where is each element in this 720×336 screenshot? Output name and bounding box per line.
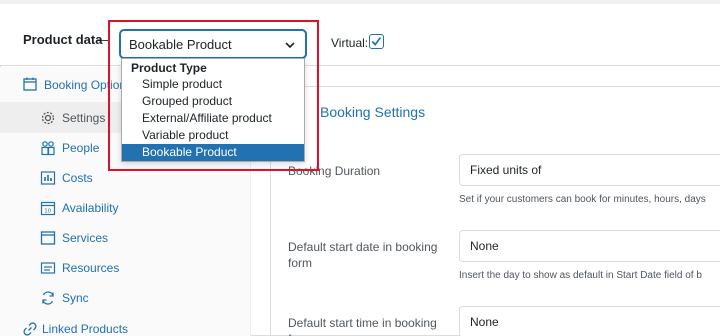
window-icon [40, 231, 56, 245]
list-icon [40, 262, 56, 274]
sidebar-item-label: Costs [62, 171, 93, 185]
sidebar-item-linked-products[interactable]: Linked Products [0, 316, 251, 336]
sidebar-item-label: Settings [62, 111, 106, 125]
sidebar-item-availability[interactable]: 10 Availability [0, 193, 251, 223]
sidebar-item-services[interactable]: Services [0, 223, 251, 253]
default-start-date-value: None [470, 239, 499, 253]
sync-icon [42, 291, 54, 305]
sidebar-item-sync[interactable]: Sync [0, 283, 251, 313]
booking-settings-panel [270, 86, 720, 336]
virtual-checkbox[interactable] [369, 34, 384, 49]
highlight-box [108, 20, 319, 171]
default-start-time-label: Default start time in booking form [288, 316, 437, 336]
svg-text:10: 10 [44, 209, 51, 215]
product-data-label: Product data [23, 32, 103, 47]
section-title: Booking Settings [320, 104, 426, 120]
people-icon [41, 141, 55, 156]
default-start-time-select[interactable]: None [459, 306, 720, 336]
default-start-time-value: None [470, 315, 499, 329]
sidebar-item-label: People [62, 141, 100, 155]
chart-icon [40, 171, 56, 185]
sidebar-item-label: Services [62, 231, 109, 245]
booking-duration-help: Set if your customers can book for minut… [459, 194, 706, 205]
link-icon [23, 322, 37, 336]
default-start-date-help: Insert the day to show as default in Sta… [459, 270, 702, 281]
default-start-date-label: Default start date in booking form [288, 240, 438, 270]
sidebar-item-label: Linked Products [42, 322, 129, 336]
sidebar-item-label: Resources [62, 261, 120, 275]
gear-icon [41, 111, 55, 125]
default-start-date-select[interactable]: None [459, 230, 720, 262]
checkmark-icon [371, 37, 382, 46]
sidebar-item-resources[interactable]: Resources [0, 253, 251, 283]
booking-duration-value: Fixed units of [470, 163, 542, 177]
calendar-icon [23, 77, 37, 91]
virtual-label: Virtual: [331, 36, 369, 50]
calendar-icon: 10 [40, 201, 56, 216]
sidebar-item-label: Sync [62, 291, 89, 305]
booking-duration-select[interactable]: Fixed units of [459, 154, 720, 186]
sidebar-item-label: Availability [62, 201, 119, 215]
